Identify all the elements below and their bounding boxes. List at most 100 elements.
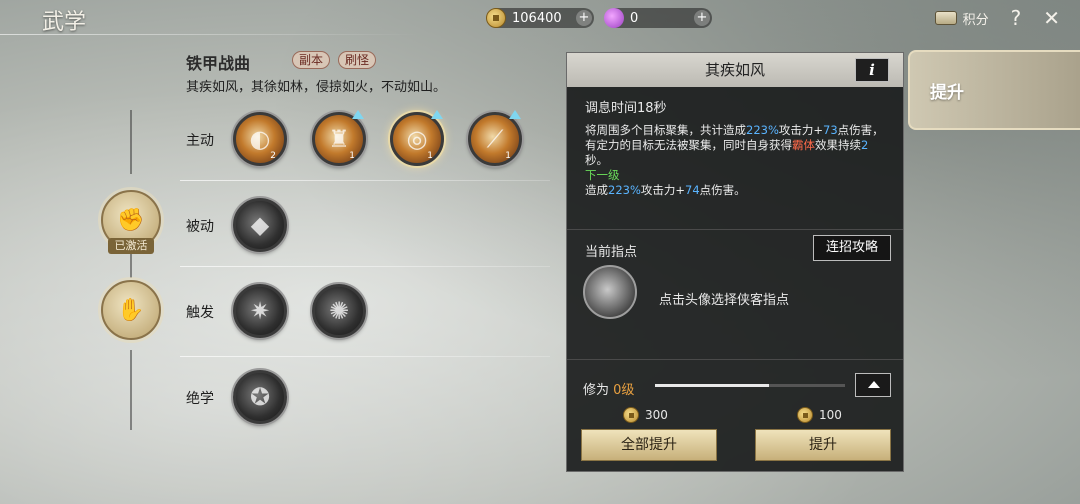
desc-duration: 2 <box>861 138 869 152</box>
trigger-skill-2[interactable]: ✺ <box>312 284 366 338</box>
guide-hint: 点击头像选择侠客指点 <box>659 293 790 308</box>
skill-level: 2 <box>270 151 276 161</box>
row-label-ultimate: 绝学 <box>186 391 214 407</box>
coin-icon <box>797 407 813 423</box>
activated-label: 已激活 <box>108 238 154 254</box>
next-text: 造成 <box>585 183 608 197</box>
add-gems-button[interactable]: + <box>694 10 710 26</box>
points-button[interactable]: 积分 <box>934 9 989 28</box>
active-skill-3[interactable]: ◎ 1 <box>390 112 444 166</box>
cost-all-value: 300 <box>645 408 668 422</box>
tag-farming: 刷怪 <box>338 51 377 69</box>
desc-percent: 223% <box>746 123 779 137</box>
next-level-desc: 造成223%攻击力+74点伤害。 <box>585 183 889 198</box>
tree-line-top <box>130 110 132 174</box>
page-title: 武学 <box>42 10 87 35</box>
desc-flat: 73 <box>823 123 838 137</box>
panel-divider <box>567 229 903 230</box>
cultivation-progress-track <box>655 384 845 387</box>
desc-text: 秒。 <box>585 153 608 167</box>
add-coins-button[interactable]: + <box>576 10 592 26</box>
top-right-controls: 积分 ? ✕ <box>934 6 1060 30</box>
vortex-icon: ✪ <box>249 383 271 411</box>
skill-level: 1 <box>427 151 433 161</box>
top-bar: 武学 106400 + 0 + 积分 ? ✕ <box>0 0 1080 36</box>
guide-avatar[interactable] <box>583 265 637 319</box>
gem-value: 0 <box>630 10 639 26</box>
next-text: 攻击力+ <box>640 183 686 197</box>
panel-title: 其疾如风 <box>704 61 765 79</box>
upgrade-arrow-icon <box>431 110 443 119</box>
info-button[interactable]: i <box>855 58 889 82</box>
points-label: 积分 <box>962 12 989 28</box>
skillset-name: 铁甲战曲 <box>186 54 251 73</box>
tree-line-mid <box>130 254 132 278</box>
desc-status: 霸体 <box>792 138 815 152</box>
tower-icon: ♜ <box>328 125 350 153</box>
burst-icon: ✷ <box>249 297 271 325</box>
next-level-label: 下一级 <box>585 168 620 182</box>
side-tab-upgrade[interactable]: 提升 <box>908 50 1080 130</box>
skill-detail-panel: 其疾如风 i 调息时间18秒 将周围多个目标聚集，共计造成223%攻击力+73点… <box>566 52 904 472</box>
coin-icon <box>623 407 639 423</box>
next-text: 点伤害。 <box>699 183 746 197</box>
tree-line-bottom <box>130 350 132 430</box>
cooldown-text: 调息时间18秒 <box>585 101 667 116</box>
row-divider-2 <box>180 266 550 267</box>
upgrade-all-button[interactable]: 全部提升 <box>581 429 717 461</box>
upgrade-arrow-icon <box>352 110 364 119</box>
coin-counter: 106400 + <box>486 8 594 28</box>
upgrade-arrow-icon <box>509 110 521 119</box>
title-divider <box>0 34 420 35</box>
help-icon[interactable]: ? <box>1011 6 1022 30</box>
next-flat: 74 <box>685 183 700 197</box>
armor-icon: ◆ <box>250 211 270 239</box>
points-icon <box>934 11 957 25</box>
coin-icon <box>486 8 506 28</box>
skill-level: 1 <box>505 151 511 161</box>
slash-icon: ⟋ <box>486 125 504 153</box>
trigger-skill-1[interactable]: ✷ <box>233 284 287 338</box>
desc-text: 将周围多个目标聚集，共计造成 <box>585 123 746 137</box>
cost-all: 300 <box>623 407 668 423</box>
tag-dungeon: 副本 <box>292 51 331 69</box>
row-label-active: 主动 <box>186 133 214 149</box>
close-icon[interactable]: ✕ <box>1043 6 1060 30</box>
expand-up-button[interactable] <box>855 373 891 397</box>
upgrade-button[interactable]: 提升 <box>755 429 891 461</box>
gem-counter: 0 + <box>604 8 712 28</box>
active-skill-4[interactable]: ⟋ 1 <box>468 112 522 166</box>
active-skill-2[interactable]: ♜ 1 <box>312 112 366 166</box>
row-label-passive: 被动 <box>186 219 214 235</box>
trigger-badge[interactable]: ✋ <box>101 280 161 340</box>
row-divider-1 <box>180 180 550 181</box>
desc-text: 效果持续 <box>815 138 861 152</box>
gem-icon <box>604 8 624 28</box>
shield-spin-icon: ◐ <box>249 125 271 153</box>
skill-level: 1 <box>349 151 355 161</box>
ultimate-skill-1[interactable]: ✪ <box>233 370 287 424</box>
passive-skill-1[interactable]: ◆ <box>233 198 287 252</box>
whirlwind-icon: ◎ <box>406 125 428 153</box>
cultivation-label: 修为 0级 <box>583 379 634 398</box>
guide-label: 当前指点 <box>585 245 638 260</box>
desc-text: 攻击力+ <box>778 123 824 137</box>
cultivation-progress-fill <box>655 384 769 387</box>
combo-guide-button[interactable]: 连招攻略 <box>813 235 891 261</box>
panel-divider <box>567 359 903 360</box>
cultivation-text: 修为 <box>583 383 610 398</box>
coin-value: 106400 <box>512 10 562 26</box>
hand-icon: ✋ <box>117 297 145 323</box>
skill-description: 将周围多个目标聚集，共计造成223%攻击力+73点伤害，有定力的目标无法被聚集，… <box>585 123 889 198</box>
cultivation-value: 0级 <box>613 383 635 398</box>
cost-one: 100 <box>797 407 842 423</box>
row-divider-3 <box>180 356 550 357</box>
explosion-icon: ✺ <box>328 297 350 325</box>
next-percent: 223% <box>608 183 641 197</box>
side-tab-label: 提升 <box>930 83 964 103</box>
active-skill-1[interactable]: ◐ 2 <box>233 112 287 166</box>
skillset-description: 其疾如风，其徐如林，侵掠如火，不动如山。 <box>186 80 447 95</box>
panel-header: 其疾如风 i <box>567 53 903 87</box>
row-label-trigger: 触发 <box>186 305 214 321</box>
cost-one-value: 100 <box>819 408 842 422</box>
